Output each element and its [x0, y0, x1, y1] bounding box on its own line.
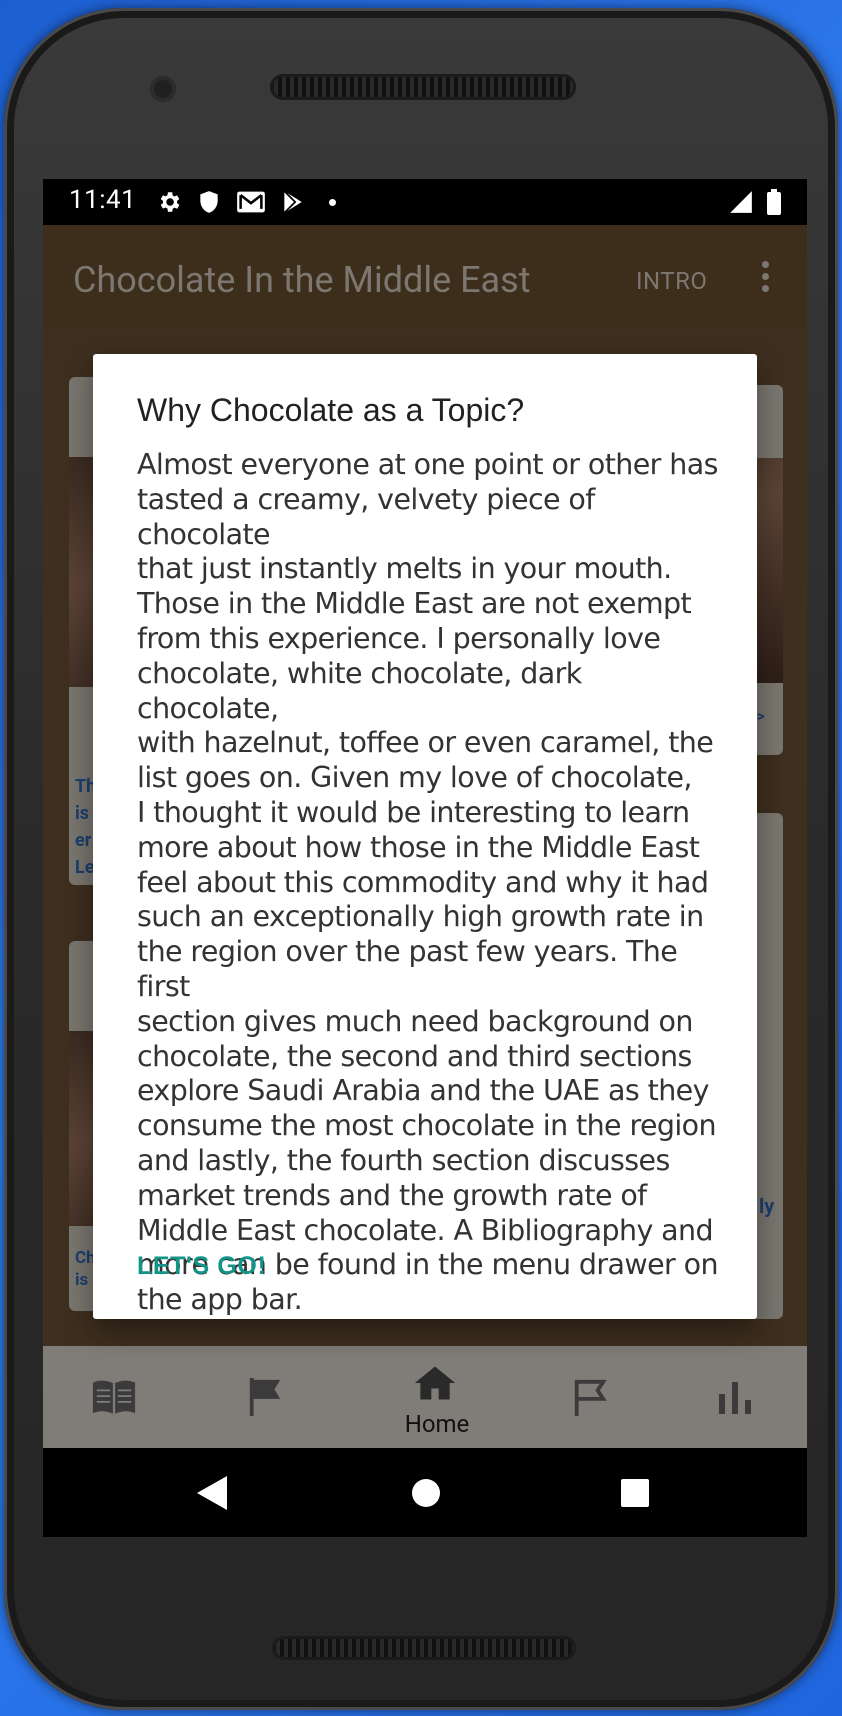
nav-item-home[interactable]: Home: [405, 1346, 469, 1448]
front-camera: [150, 76, 176, 102]
book-icon: [92, 1380, 136, 1415]
top-speaker: [270, 74, 576, 100]
nav-item-book[interactable]: [91, 1346, 141, 1448]
nav-item-stats[interactable]: [717, 1346, 757, 1448]
nav-item-flag-outline[interactable]: [571, 1346, 611, 1448]
system-navigation: [43, 1448, 807, 1537]
nav-item-flag[interactable]: [246, 1346, 286, 1448]
dialog-body: Almost everyone at one point or other ha…: [137, 448, 719, 1317]
status-time: 11:41: [69, 185, 137, 215]
lets-go-button[interactable]: LET'S GO!: [137, 1252, 266, 1281]
back-icon[interactable]: [197, 1476, 229, 1510]
dialog-title: Why Chocolate as a Topic?: [137, 392, 525, 428]
battery-icon: [767, 189, 781, 215]
home-circle-icon[interactable]: [411, 1478, 441, 1508]
phone-frame: 11:41 Chocolate In the Middle East INTRO…: [4, 8, 838, 1710]
status-bar: 11:41: [43, 179, 807, 225]
flag-filled-icon: [249, 1378, 281, 1416]
home-icon: [414, 1366, 456, 1400]
flag-outline-icon: [574, 1379, 607, 1416]
play-store-icon: [283, 190, 302, 214]
notification-dot-icon: [329, 199, 336, 206]
app-bar: Chocolate In the Middle East INTRO: [43, 225, 807, 329]
intro-button[interactable]: INTRO: [636, 267, 707, 295]
gmail-icon: [237, 191, 265, 213]
more-vert-icon[interactable]: [761, 261, 771, 297]
app-title: Chocolate In the Middle East: [73, 259, 531, 301]
signal-icon: [730, 191, 752, 213]
settings-icon: [160, 192, 180, 212]
bottom-speaker: [272, 1636, 576, 1660]
nav-label-home: Home: [404, 1410, 470, 1438]
bar-chart-icon: [719, 1382, 751, 1414]
bottom-navigation: Home: [43, 1346, 807, 1448]
shield-icon: [200, 191, 218, 213]
intro-dialog: Why Chocolate as a Topic? Almost everyon…: [93, 354, 757, 1319]
recents-icon[interactable]: [621, 1479, 649, 1507]
card-text: ly: [759, 1194, 775, 1218]
